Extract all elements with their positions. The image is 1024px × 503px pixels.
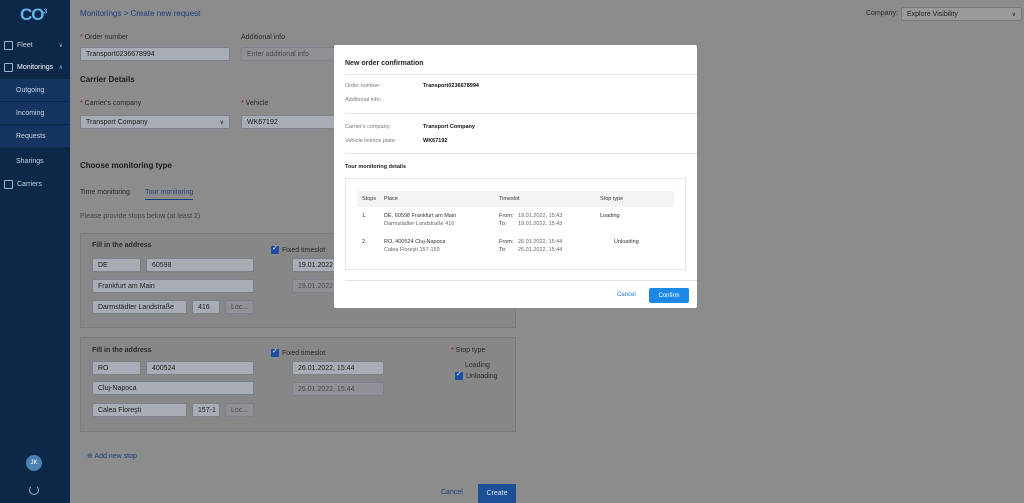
carrier-company-label: * Carrier's company: [80, 100, 142, 107]
breadcrumb[interactable]: Monitorings > Create new request: [80, 9, 200, 18]
plate-value: WK67192: [423, 138, 448, 144]
sidebar-item-carriers[interactable]: Carriers: [0, 173, 70, 195]
col-timeslot: Timeslot: [499, 196, 520, 202]
sidebar-item-label: Carriers: [17, 180, 42, 188]
stop-card-2: Fill in the address RO 400524 Cluj-Napoc…: [80, 337, 516, 432]
location-input[interactable]: Loc...: [225, 403, 254, 417]
street-input[interactable]: Darmstädter Landstraße: [92, 300, 187, 314]
divider: [345, 280, 697, 281]
additional-info-key: Additional info:: [345, 97, 382, 103]
company-select[interactable]: Explore Visibility ∨: [901, 7, 1022, 21]
vehicle-label: * Vehicle: [241, 100, 269, 107]
stop-index: 1.: [362, 213, 367, 219]
stop-type-label: * Stop type: [451, 347, 486, 354]
col-place: Place: [384, 196, 398, 202]
place-cell: DE, 60598 Frankfurt am Main Darmstädter L…: [384, 213, 457, 227]
sidebar-item-requests[interactable]: Requests: [0, 125, 70, 147]
logout-icon[interactable]: [29, 485, 39, 495]
timeslot-to-input[interactable]: 26.01.2022, 15:44: [292, 382, 384, 396]
chevron-up-icon: ∧: [58, 64, 63, 71]
country-select[interactable]: RO: [92, 361, 141, 375]
carrier-company-value: Transport Company: [423, 124, 475, 130]
confirmation-modal: New order confirmation Order number: Tra…: [334, 45, 697, 308]
sidebar-item-incoming[interactable]: Incoming: [0, 102, 70, 124]
fill-address-label: Fill in the address: [92, 242, 152, 249]
avatar[interactable]: JK: [26, 455, 42, 471]
stops-hint: Please provide stops below (at least 2): [80, 213, 201, 220]
sidebar: CO3 Fleet ∨ Monitorings ∧ Outgoing Incom…: [0, 0, 70, 503]
stop-type-cell: Loading: [600, 213, 620, 219]
unloading-option[interactable]: Unloading: [455, 370, 498, 380]
carrier-details-heading: Carrier Details: [80, 75, 135, 84]
number-input[interactable]: 416: [192, 300, 220, 314]
country-select[interactable]: DE: [92, 258, 141, 272]
divider: [345, 74, 697, 75]
timeslot-cell: From: 26.01.2022, 15:44 To: 26.01.2022, 15…: [499, 239, 563, 253]
location-input[interactable]: Loc...: [225, 300, 254, 314]
timeslot-from-input[interactable]: 26.01.2022, 15:44: [292, 361, 384, 375]
sidebar-item-monitorings[interactable]: Monitorings ∧: [0, 56, 70, 78]
tab-tour-monitoring[interactable]: Tour monitoring: [145, 189, 194, 200]
monitor-icon: [4, 62, 13, 72]
order-number-input[interactable]: Transport0236678994: [80, 47, 230, 61]
place-cell: RO, 400524 Cluj-Napoca Calea Floreşti 157…: [384, 239, 446, 253]
sidebar-item-fleet[interactable]: Fleet ∨: [0, 34, 70, 56]
modal-title: New order confirmation: [345, 60, 424, 67]
divider: [345, 113, 697, 114]
divider: [345, 153, 697, 154]
additional-info-label: Additional info: [241, 34, 285, 41]
col-stop-type: Stop type: [600, 196, 624, 202]
cancel-button[interactable]: Cancel: [441, 489, 463, 496]
sidebar-item-label: Fleet: [17, 41, 33, 49]
stop-type-cell: Unloading: [614, 239, 639, 245]
confirm-button[interactable]: Confirm: [649, 288, 689, 303]
col-stops: Stops: [362, 196, 377, 202]
tab-time-monitoring[interactable]: Time monitoring: [80, 189, 130, 196]
additional-info-input[interactable]: Enter additional info: [241, 47, 341, 61]
add-stop-button[interactable]: ⊕ Add new stop: [87, 452, 137, 460]
monitoring-type-heading: Choose monitoring type: [80, 161, 172, 170]
company-label: Company:: [866, 10, 898, 17]
number-input[interactable]: 157-1: [192, 403, 220, 417]
checkbox-icon: [455, 370, 463, 380]
zip-input[interactable]: 60598: [146, 258, 254, 272]
city-input[interactable]: Cluj-Napoca: [92, 381, 254, 395]
sidebar-item-label: Monitorings: [17, 63, 54, 71]
app-logo: CO3: [20, 5, 47, 24]
table-header: Stops Place Timeslot Stop type: [357, 191, 674, 207]
street-input[interactable]: Calea Floreşti: [92, 403, 187, 417]
stop-index: 2.: [362, 239, 367, 245]
carrier-company-select[interactable]: Transport Company ∨: [80, 115, 230, 129]
tour-table: Stops Place Timeslot Stop type 1. DE, 60…: [345, 178, 686, 270]
zip-input[interactable]: 400524: [146, 361, 254, 375]
plate-key: Vehicle licence plate:: [345, 138, 397, 144]
document-icon: [4, 179, 13, 189]
loading-option[interactable]: Loading: [465, 362, 490, 369]
timeslot-cell: From: 19.01.2022, 15:43 To: 19.01.2022, 15…: [499, 213, 563, 227]
chevron-down-icon: ∨: [219, 119, 224, 126]
order-number-key: Order number:: [345, 83, 381, 89]
modal-cancel-button[interactable]: Cancel: [617, 292, 636, 298]
fixed-timeslot-toggle[interactable]: Fixed timeslot: [271, 244, 325, 254]
chevron-down-icon: ∨: [1011, 11, 1016, 18]
vehicle-select[interactable]: WK67192: [241, 115, 341, 129]
order-number-value: Transport0236678994: [423, 83, 479, 89]
checkbox-icon: [271, 244, 279, 254]
carrier-company-key: Carrier's company:: [345, 124, 391, 130]
create-button[interactable]: Create: [478, 484, 516, 503]
sidebar-item-outgoing[interactable]: Outgoing: [0, 79, 70, 101]
tour-details-heading: Tour monitoring details: [345, 164, 407, 170]
order-number-label: * Order number: [80, 34, 129, 41]
fixed-timeslot-toggle[interactable]: Fixed timeslot: [271, 347, 325, 357]
fill-address-label: Fill in the address: [92, 347, 152, 354]
chevron-down-icon: ∨: [58, 42, 63, 49]
city-input[interactable]: Frankfurt am Main: [92, 279, 254, 293]
checkbox-icon: [271, 347, 279, 357]
sidebar-item-sharings[interactable]: Sharings: [0, 150, 70, 172]
truck-icon: [4, 40, 13, 50]
